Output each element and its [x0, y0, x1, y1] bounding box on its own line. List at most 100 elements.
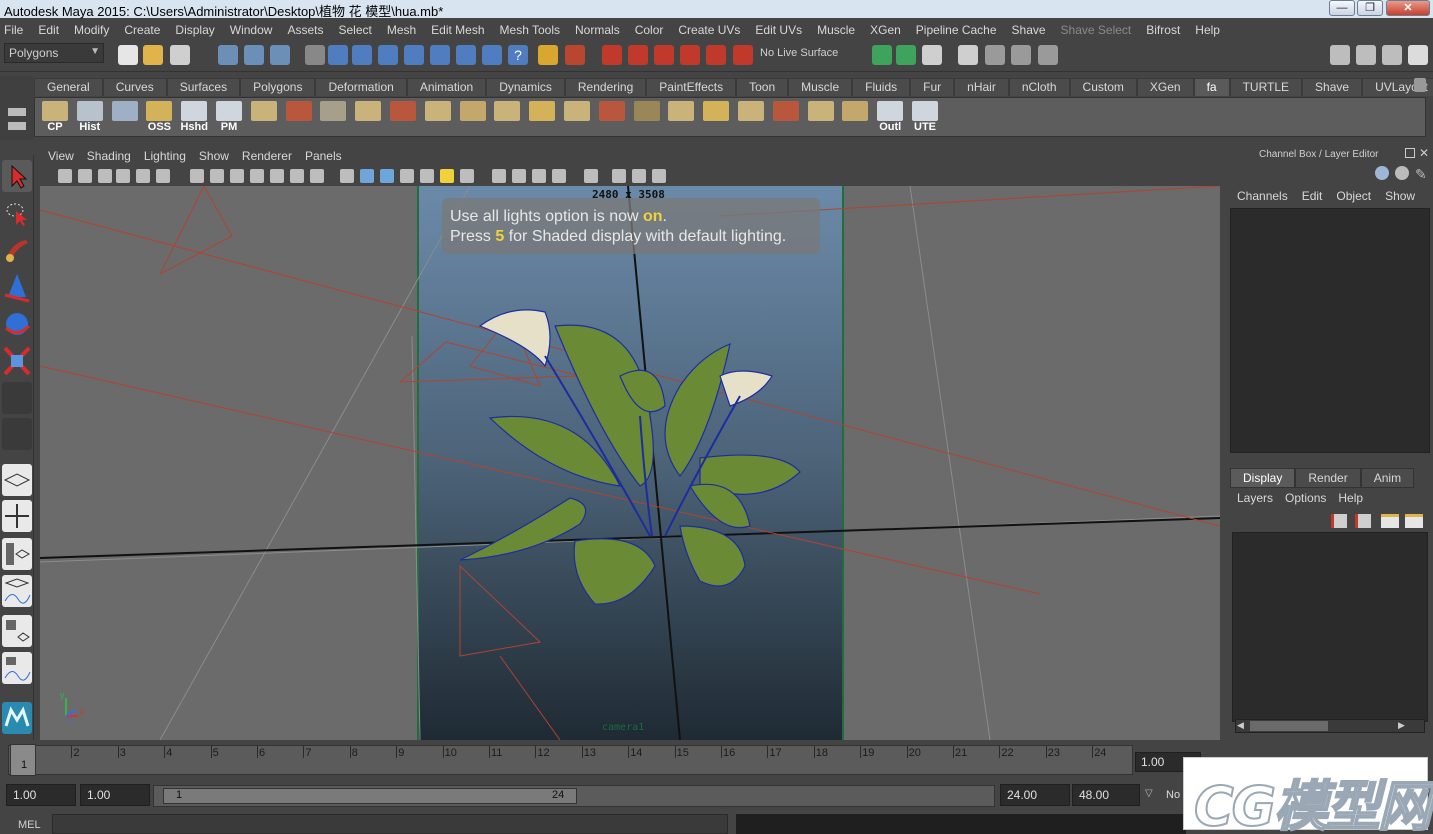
resolution-gate-icon[interactable]: [230, 169, 244, 183]
scroll-left-icon[interactable]: ◀: [1237, 720, 1244, 731]
motion-blur-icon[interactable]: [512, 169, 526, 183]
shelf-tab-deformation[interactable]: Deformation: [315, 78, 407, 96]
minimize-button[interactable]: —: [1329, 0, 1355, 16]
shelf-button[interactable]: CP: [39, 101, 71, 133]
shelf-button[interactable]: [805, 101, 837, 133]
shelf-button[interactable]: [631, 101, 663, 133]
depth-of-field-icon[interactable]: [552, 169, 566, 183]
magnet-icon[interactable]: [733, 45, 753, 65]
shelf-button[interactable]: [596, 101, 628, 133]
snap-view-plane-icon[interactable]: [680, 45, 700, 65]
camera-attributes-icon[interactable]: [78, 169, 92, 183]
anti-alias-icon[interactable]: [532, 169, 546, 183]
menu-mesh[interactable]: Mesh: [387, 23, 416, 37]
toggle-attribute-editor-icon[interactable]: [1330, 45, 1350, 65]
trash-icon[interactable]: [1414, 78, 1426, 92]
panel-menu-shading[interactable]: Shading: [87, 149, 131, 163]
shelf-tab-muscle[interactable]: Muscle: [788, 78, 853, 96]
shelf-button[interactable]: [422, 101, 454, 133]
panel-menu-lighting[interactable]: Lighting: [144, 149, 186, 163]
snap-grid-icon[interactable]: [602, 45, 622, 65]
mask-rendering-icon[interactable]: [482, 45, 502, 65]
grease-pencil-icon[interactable]: [156, 169, 170, 183]
save-scene-icon[interactable]: [170, 45, 190, 65]
toggle-tool-settings-icon[interactable]: [1356, 45, 1376, 65]
image-plane-icon[interactable]: [116, 169, 130, 183]
menu-color[interactable]: Color: [635, 23, 664, 37]
shelf-tab-dynamics[interactable]: Dynamics: [486, 78, 565, 96]
hypershade-layout-icon[interactable]: [2, 615, 32, 647]
safe-action-icon[interactable]: [290, 169, 304, 183]
float-panel-icon[interactable]: [1405, 148, 1415, 158]
menu-file[interactable]: File: [4, 23, 23, 37]
input-ops-icon[interactable]: [872, 45, 892, 65]
layer-list-scrollbar[interactable]: ◀ ▶: [1235, 719, 1425, 733]
shelf-button[interactable]: [770, 101, 802, 133]
four-view-layout-icon[interactable]: [2, 500, 32, 532]
shelf-tab-xgen[interactable]: XGen: [1136, 78, 1194, 96]
shelf-tabs-icon[interactable]: [8, 122, 26, 130]
shelf-tab-toon[interactable]: Toon: [736, 78, 789, 96]
snap-curve-icon[interactable]: [628, 45, 648, 65]
shelf-button[interactable]: [109, 101, 141, 133]
layer-menu-help[interactable]: Help: [1338, 491, 1363, 505]
menuset-dropdown[interactable]: Polygons ▼: [4, 43, 104, 63]
playback-start-field[interactable]: 1.00: [80, 784, 150, 806]
shelf-tab-nhair[interactable]: nHair: [954, 78, 1009, 96]
lock-selection-icon[interactable]: [538, 45, 558, 65]
mask-deformations-icon[interactable]: [430, 45, 450, 65]
time-slider-track[interactable]: 2 3 4 5 6 7 8 9 10 11 12 13 14 15 16 17 18 19 20 21 22 23 24: [8, 745, 1133, 775]
ambient-occlusion-icon[interactable]: [492, 169, 506, 183]
rotate-tool-icon[interactable]: [2, 308, 32, 340]
render-settings-icon[interactable]: [1038, 45, 1058, 65]
new-empty-layer-icon[interactable]: [1381, 514, 1399, 528]
help-mask-icon[interactable]: ?: [508, 45, 528, 65]
shelf-button[interactable]: [283, 101, 315, 133]
scroll-right-icon[interactable]: ▶: [1398, 720, 1405, 731]
shelf-button[interactable]: Outl: [874, 101, 906, 133]
menu-shave-select[interactable]: Shave Select: [1061, 23, 1132, 37]
channel-box-area[interactable]: [1230, 208, 1430, 453]
playback-end-field[interactable]: 24.00: [1000, 784, 1070, 806]
film-gate-icon[interactable]: [210, 169, 224, 183]
menu-xgen[interactable]: XGen: [870, 23, 901, 37]
shadows-icon[interactable]: [460, 169, 474, 183]
pen-icon[interactable]: ✎: [1415, 166, 1429, 182]
highlight-selection-icon[interactable]: [565, 45, 585, 65]
toggle-channel-box-icon[interactable]: [1382, 45, 1402, 65]
layer-up-icon[interactable]: [1331, 514, 1347, 528]
make-live-icon[interactable]: [706, 45, 726, 65]
share-icon[interactable]: [652, 169, 666, 183]
menu-window[interactable]: Window: [230, 23, 273, 37]
shelf-tab-ncloth[interactable]: nCloth: [1008, 78, 1070, 96]
shelf-button[interactable]: [700, 101, 732, 133]
menu-edit-uvs[interactable]: Edit UVs: [755, 23, 802, 37]
smooth-shade-icon[interactable]: [360, 169, 374, 183]
selection-mask-icon[interactable]: [305, 45, 325, 65]
shelf-menu-icon[interactable]: [8, 108, 26, 116]
menu-pipeline-cache[interactable]: Pipeline Cache: [916, 23, 997, 37]
snap-point-icon[interactable]: [654, 45, 674, 65]
bookmarks-icon[interactable]: [98, 169, 112, 183]
globe-icon[interactable]: [1375, 166, 1389, 180]
layer-tab-anim[interactable]: Anim: [1360, 468, 1415, 488]
layer-tab-render[interactable]: Render: [1295, 468, 1361, 488]
menu-select[interactable]: Select: [338, 23, 371, 37]
shelf-button[interactable]: PM: [213, 101, 245, 133]
use-all-lights-icon[interactable]: [440, 169, 454, 183]
range-slider-handle[interactable]: 1 24: [163, 788, 577, 804]
gate-mask-icon[interactable]: [250, 169, 264, 183]
menu-muscle[interactable]: Muscle: [817, 23, 855, 37]
layer-list-area[interactable]: [1232, 532, 1428, 722]
menu-bifrost[interactable]: Bifrost: [1146, 23, 1180, 37]
mask-surfaces-icon[interactable]: [404, 45, 424, 65]
layer-menu-layers[interactable]: Layers: [1237, 491, 1273, 505]
xray-components-icon[interactable]: [632, 169, 646, 183]
shelf-button[interactable]: [457, 101, 489, 133]
new-scene-icon[interactable]: [118, 45, 138, 65]
layer-menu-options[interactable]: Options: [1285, 491, 1326, 505]
last-tool-icon[interactable]: [2, 382, 32, 414]
2d-pan-zoom-icon[interactable]: [136, 169, 150, 183]
shelf-tab-general[interactable]: General: [34, 78, 103, 96]
move-tool-icon[interactable]: [2, 271, 32, 303]
